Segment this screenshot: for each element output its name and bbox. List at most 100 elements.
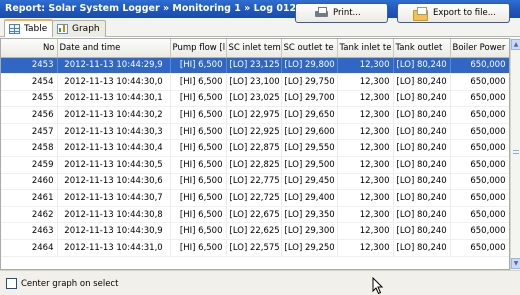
table-row[interactable]: 2462 2012-11-13 10:44:30,8 [HI] 6,500 [LO] …: [1, 206, 509, 224]
cell-sc-inlet: [LO] 23,025: [226, 90, 282, 108]
cell-boiler-power: 650,000: [450, 173, 509, 191]
cell-sc-outlet: [LO] 29,750: [281, 73, 338, 91]
table-row[interactable]: 2461 2012-11-13 10:44:30,7 [HI] 6,500 [LO] …: [1, 189, 509, 207]
cell-sc-inlet: [LO] 22,675: [226, 206, 282, 224]
cell-datetime: 2012-11-13 10:44:30,7: [57, 189, 171, 207]
cell-sc-outlet: [LO] 29,250: [281, 239, 338, 257]
tab-table[interactable]: Table: [4, 19, 54, 37]
cell-tank-outlet: [LO] 80,240: [393, 139, 451, 158]
cell-sc-outlet: [LO] 29,800: [281, 57, 338, 75]
cell-tank-inlet: 12,300: [337, 239, 394, 257]
vertical-scrollbar[interactable]: ▲ ▼: [510, 38, 520, 270]
column-header-sc-inlet[interactable]: SC inlet tem: [226, 39, 282, 58]
cell-tank-inlet: 12,300: [337, 123, 394, 141]
center-graph-option[interactable]: Center graph on select: [6, 278, 118, 289]
cell-sc-inlet: [LO] 22,875: [226, 139, 282, 158]
cell-sc-outlet: [LO] 29,350: [281, 206, 338, 224]
export-button[interactable]: Export to file...: [397, 3, 510, 23]
scroll-up-icon[interactable]: ▲: [511, 39, 520, 50]
cell-no: 2454: [1, 73, 58, 91]
cell-no: 2458: [1, 139, 58, 158]
mouse-cursor-icon: [372, 277, 384, 295]
scroll-thumb[interactable]: [512, 148, 520, 156]
cell-boiler-power: 650,000: [450, 139, 509, 158]
print-button[interactable]: Print...: [295, 3, 388, 23]
cell-sc-inlet: [LO] 22,575: [226, 239, 282, 257]
column-header-no[interactable]: No: [1, 39, 58, 58]
cell-tank-inlet: 12,300: [337, 57, 394, 75]
cell-sc-inlet: [LO] 22,625: [226, 222, 282, 241]
cell-boiler-power: 650,000: [450, 90, 509, 108]
cell-boiler-power: 650,000: [450, 206, 509, 224]
bottom-toolbar: Center graph on select: [0, 270, 520, 295]
folder-export-icon: [413, 7, 428, 21]
cell-pump-flow: [HI] 6,500: [170, 90, 227, 108]
table-row[interactable]: 2456 2012-11-13 10:44:30,2 [HI] 6,500 [LO] …: [1, 106, 509, 124]
cell-sc-inlet: [LO] 22,775: [226, 173, 282, 191]
table-row[interactable]: 2454 2012-11-13 10:44:30,0 [HI] 6,500 [LO] …: [1, 73, 509, 91]
column-header-tank-outlet[interactable]: Tank outlet: [393, 39, 451, 58]
graph-icon: [57, 24, 68, 34]
cell-tank-inlet: 12,300: [337, 139, 394, 158]
cell-sc-outlet: [LO] 29,450: [281, 173, 338, 191]
cell-pump-flow: [HI] 6,500: [170, 173, 227, 191]
cell-sc-inlet: [LO] 22,725: [226, 189, 282, 207]
table-row[interactable]: 2460 2012-11-13 10:44:30,6 [HI] 6,500 [LO] …: [1, 173, 509, 191]
cell-no: 2461: [1, 189, 58, 207]
table-icon: [9, 24, 20, 34]
cell-datetime: 2012-11-13 10:44:30,0: [57, 73, 171, 91]
center-graph-label: Center graph on select: [21, 278, 119, 289]
table-row[interactable]: 2457 2012-11-13 10:44:30,3 [HI] 6,500 [LO] …: [1, 123, 509, 141]
cell-datetime: 2012-11-13 10:44:30,8: [57, 206, 171, 224]
cell-tank-outlet: [LO] 80,240: [393, 90, 451, 108]
cell-tank-outlet: [LO] 80,240: [393, 73, 451, 91]
cell-tank-inlet: 12,300: [337, 206, 394, 224]
cell-pump-flow: [HI] 6,500: [170, 123, 227, 141]
column-header-sc-outlet[interactable]: SC outlet te: [281, 39, 338, 58]
cell-sc-inlet: [LO] 22,825: [226, 156, 282, 174]
cell-pump-flow: [HI] 6,500: [170, 222, 227, 241]
cell-sc-inlet: [LO] 22,975: [226, 106, 282, 124]
table-header: No Date and time Pump flow [l SC inlet t…: [1, 39, 509, 58]
cell-boiler-power: 650,000: [450, 106, 509, 124]
column-header-datetime[interactable]: Date and time: [57, 39, 171, 58]
table-row[interactable]: 2455 2012-11-13 10:44:30,1 [HI] 6,500 [LO] …: [1, 90, 509, 108]
print-button-label: Print...: [333, 8, 361, 18]
cell-sc-outlet: [LO] 29,600: [281, 123, 338, 141]
cell-pump-flow: [HI] 6,500: [170, 57, 227, 75]
cell-tank-outlet: [LO] 80,240: [393, 189, 451, 207]
column-header-tank-inlet[interactable]: Tank inlet te: [337, 39, 394, 58]
cell-datetime: 2012-11-13 10:44:30,1: [57, 90, 171, 108]
scroll-down-icon[interactable]: ▼: [511, 258, 520, 269]
tab-graph[interactable]: Graph: [52, 20, 106, 37]
table-row[interactable]: 2463 2012-11-13 10:44:30,9 [HI] 6,500 [LO] …: [1, 222, 509, 241]
cell-no: 2459: [1, 156, 58, 174]
center-graph-checkbox[interactable]: [6, 278, 17, 289]
table-row[interactable]: 2459 2012-11-13 10:44:30,5 [HI] 6,500 [LO] …: [1, 156, 509, 174]
cell-datetime: 2012-11-13 10:44:30,4: [57, 139, 171, 158]
column-header-boiler-power[interactable]: Boiler Power: [450, 39, 509, 58]
table-row[interactable]: 2453 2012-11-13 10:44:29,9 [HI] 6,500 [LO] …: [1, 57, 509, 75]
tab-table-label: Table: [24, 24, 48, 34]
cell-sc-outlet: [LO] 29,400: [281, 189, 338, 207]
cell-pump-flow: [HI] 6,500: [170, 139, 227, 158]
cell-pump-flow: [HI] 6,500: [170, 73, 227, 91]
cell-tank-inlet: 12,300: [337, 222, 394, 241]
cell-boiler-power: 650,000: [450, 239, 509, 257]
cell-pump-flow: [HI] 6,500: [170, 156, 227, 174]
cell-sc-outlet: [LO] 29,550: [281, 139, 338, 158]
cell-tank-inlet: 12,300: [337, 156, 394, 174]
table-row[interactable]: 2458 2012-11-13 10:44:30,4 [HI] 6,500 [LO] …: [1, 139, 509, 158]
cell-sc-outlet: [LO] 29,650: [281, 106, 338, 124]
cell-tank-outlet: [LO] 80,240: [393, 123, 451, 141]
cell-pump-flow: [HI] 6,500: [170, 239, 227, 257]
cell-no: 2464: [1, 239, 58, 257]
cell-pump-flow: [HI] 6,500: [170, 106, 227, 124]
column-header-pump-flow[interactable]: Pump flow [l: [170, 39, 227, 58]
log-table[interactable]: No Date and time Pump flow [l SC inlet t…: [0, 38, 510, 270]
tab-graph-label: Graph: [72, 24, 100, 34]
table-row[interactable]: 2464 2012-11-13 10:44:31,0 [HI] 6,500 [LO] …: [1, 239, 509, 257]
cell-boiler-power: 650,000: [450, 156, 509, 174]
cell-sc-inlet: [LO] 22,925: [226, 123, 282, 141]
cell-sc-outlet: [LO] 29,300: [281, 222, 338, 241]
